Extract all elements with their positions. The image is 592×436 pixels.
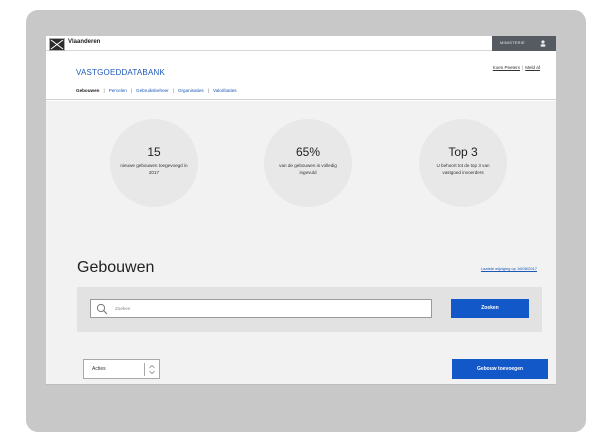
- actions-select-value: Acties: [92, 366, 106, 372]
- stat-description: van de gebouwen is volledig ingevuld: [279, 163, 337, 175]
- nav-item-gebruiksbeheer[interactable]: Gebruiksbeheer: [136, 88, 169, 93]
- stat-new-buildings: 15 nieuwe gebouwen toegevoegd in 2017: [110, 119, 198, 207]
- add-building-button[interactable]: Gebouw toevoegen: [452, 359, 548, 379]
- stat-value: 65%: [295, 145, 321, 159]
- search-panel: Zoeken Zoeken: [77, 287, 542, 332]
- search-input[interactable]: Zoeken: [90, 299, 432, 318]
- app-screen: Vlaanderen MINISTERIE VASTGOEDDATABANK K…: [46, 36, 556, 384]
- content-area: 15 nieuwe gebouwen toegevoegd in 2017 65…: [46, 101, 556, 384]
- nav-item-valoribaties[interactable]: Valoribaties: [213, 88, 237, 93]
- user-icon: [540, 40, 546, 47]
- site-title[interactable]: VASTGOEDDATABANK: [76, 68, 165, 77]
- nav-separator: |: [172, 88, 174, 93]
- site-header: VASTGOEDDATABANK Koen Peeters | Meld af Ge…: [46, 51, 556, 100]
- nav-separator: |: [130, 88, 133, 93]
- stat-completion: 65% van de gebouwen is volledig ingevuld: [264, 119, 352, 207]
- nav-separator: |: [103, 88, 105, 93]
- stat-description: nieuwe gebouwen toegevoegd in 2017: [120, 163, 188, 175]
- select-divider: [144, 363, 145, 376]
- updown-chevron-icon: [149, 364, 155, 375]
- account-tab-label: MINISTERIE: [500, 40, 525, 45]
- brand-name: Vlaanderen: [68, 39, 101, 45]
- stat-ranking: Top 3 U behoort tot de top 3 van vastgoe…: [419, 119, 507, 207]
- stat-value: Top 3: [448, 145, 478, 159]
- nav-item-organisaties[interactable]: Organisaties: [178, 88, 204, 93]
- stat-description: U behoort tot de top 3 van vastgoed invo…: [436, 163, 490, 175]
- stat-value: 15: [147, 145, 161, 159]
- last-change-link[interactable]: Laatste wijziging op 16/08/2017: [481, 266, 537, 271]
- section-title: Gebouwen: [77, 259, 155, 276]
- user-name-link[interactable]: Koen Peeters: [493, 65, 520, 70]
- nav-separator: |: [207, 88, 209, 93]
- screen-bottom-edge: [46, 384, 556, 385]
- search-placeholder: Zoeken: [115, 306, 131, 311]
- vlaanderen-logo-icon[interactable]: [49, 38, 65, 51]
- actions-select[interactable]: Acties: [83, 359, 160, 379]
- user-links-separator: |: [522, 65, 524, 70]
- main-nav: Gebouwen | Percelen | Gebruiksbeheer | Organis…: [76, 88, 237, 93]
- account-tab[interactable]: MINISTERIE: [492, 36, 556, 51]
- search-button[interactable]: Zoeken: [451, 299, 529, 318]
- top-bar: Vlaanderen MINISTERIE: [46, 36, 556, 51]
- nav-item-gebouwen[interactable]: Gebouwen: [76, 88, 99, 93]
- user-links: Koen Peeters | Meld af: [493, 65, 540, 70]
- logout-link[interactable]: Meld af: [525, 65, 540, 70]
- search-icon: [96, 303, 108, 315]
- nav-item-percelen[interactable]: Percelen: [109, 88, 127, 93]
